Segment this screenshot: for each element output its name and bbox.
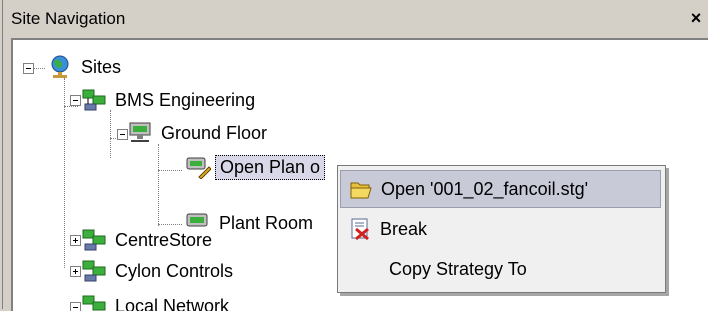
local-network-collapse-toggle[interactable] xyxy=(70,302,81,311)
context-menu: Open '001_02_fancoil.stg' Break Copy Str… xyxy=(337,165,666,293)
tree-node-bms-engineering[interactable]: BMS Engineering xyxy=(81,87,259,113)
tree-label-cylon-controls: Cylon Controls xyxy=(111,260,237,283)
sites-collapse-toggle[interactable] xyxy=(23,63,34,74)
menu-item-break[interactable]: Break xyxy=(340,210,661,248)
tree-label-plant-room: Plant Room xyxy=(215,212,317,235)
tree-label-ground-floor: Ground Floor xyxy=(157,122,271,145)
menu-item-break-label: Break xyxy=(380,219,427,240)
controller-edit-icon xyxy=(185,155,211,179)
tree-node-local-network[interactable]: Local Network xyxy=(81,293,233,311)
menu-item-copy-strategy[interactable]: Copy Strategy To xyxy=(340,250,661,288)
tree-label-open-plan: Open Plan o xyxy=(215,155,325,180)
tree-label-centrestore: CentreStore xyxy=(111,229,216,252)
tree-node-ground-floor[interactable]: Ground Floor xyxy=(127,120,271,146)
close-icon[interactable]: × xyxy=(687,7,705,29)
tree-label-sites: Sites xyxy=(77,56,125,79)
bms-collapse-toggle[interactable] xyxy=(70,95,81,106)
cylon-expand-toggle[interactable] xyxy=(70,266,81,277)
tree-node-sites[interactable]: Sites xyxy=(47,54,125,80)
break-icon xyxy=(348,217,374,241)
tree-node-open-plan[interactable]: Open Plan o xyxy=(185,154,325,180)
tree-node-cylon-controls[interactable]: Cylon Controls xyxy=(81,258,237,284)
tree-label-bms-engineering: BMS Engineering xyxy=(111,89,259,112)
menu-item-open[interactable]: Open '001_02_fancoil.stg' xyxy=(340,170,661,208)
network-icon xyxy=(81,228,107,252)
panel-title: Site Navigation xyxy=(11,9,125,29)
folder-open-icon xyxy=(349,177,375,201)
controller-icon xyxy=(127,121,153,145)
network-icon xyxy=(81,294,107,311)
network-icon xyxy=(81,259,107,283)
panel-titlebar: Site Navigation × xyxy=(3,2,708,36)
menu-item-copy-strategy-label: Copy Strategy To xyxy=(389,259,527,280)
menu-item-open-label: Open '001_02_fancoil.stg' xyxy=(381,179,588,200)
network-icon xyxy=(81,88,107,112)
centrestore-expand-toggle[interactable] xyxy=(70,235,81,246)
tree-node-centrestore[interactable]: CentreStore xyxy=(81,227,216,253)
globe-icon xyxy=(47,55,73,79)
